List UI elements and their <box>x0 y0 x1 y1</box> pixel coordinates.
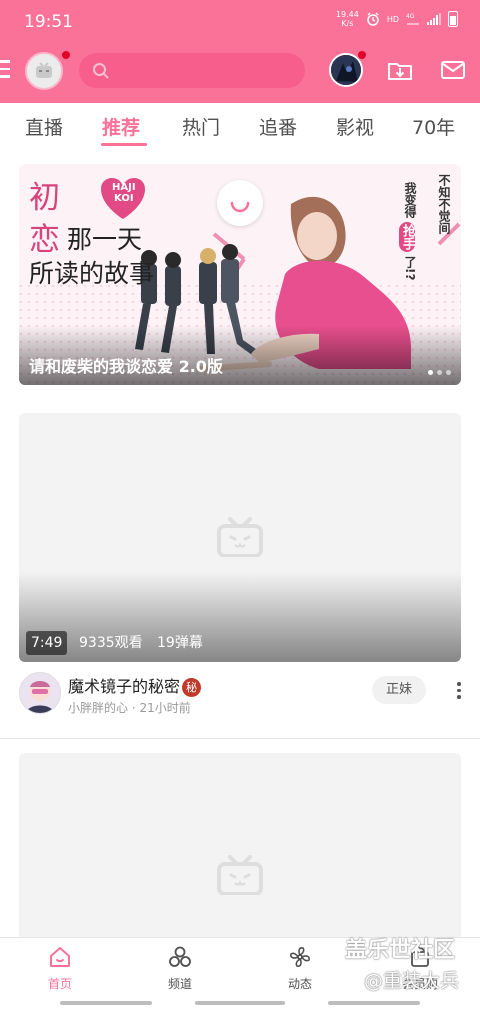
tab-70-years[interactable]: 70年 <box>412 113 455 140</box>
banner-vertical-text-1: 我变得 <box>403 182 417 218</box>
tv-placeholder-icon <box>217 855 263 895</box>
loading-spinner <box>217 180 263 226</box>
uploader-avatar[interactable] <box>19 672 61 714</box>
card-divider <box>0 738 480 739</box>
nav-home-label: 首页 <box>47 977 72 991</box>
net-speed: 19.44 K/s <box>336 10 359 28</box>
category-tabs: 直播 推荐 热门 追番 影视 70年 <box>0 103 480 152</box>
banner-carousel[interactable]: 初 恋 那一天 所读的故事 HAJI KOI 我变得 抢手 了!? 不知不觉间 … <box>19 164 461 385</box>
status-bar: 19:51 19.44 K/s HD 4G <box>0 0 480 42</box>
wifi-icon: 4G <box>406 13 419 25</box>
banner-title-char-1: 初 <box>29 180 60 216</box>
tv-mascot-icon <box>36 62 52 78</box>
banner-dot-active <box>428 370 433 375</box>
system-nav-recents[interactable] <box>60 1001 152 1005</box>
video-duration: 7:49 <box>26 631 68 655</box>
uploader-info[interactable]: 小胖胖的心 · 21小时前 <box>68 699 191 716</box>
uploader-avatar-image <box>20 673 60 713</box>
avatar-notification-dot <box>61 50 71 60</box>
nav-activity[interactable]: 动态 <box>252 938 348 996</box>
signal-icon <box>427 13 441 25</box>
top-bar: 19:51 19.44 K/s HD 4G <box>0 0 480 103</box>
tab-live[interactable]: 直播 <box>25 113 63 140</box>
search-bar[interactable] <box>79 53 305 88</box>
heart-text-1: HAJI <box>112 182 136 193</box>
download-icon <box>388 63 412 80</box>
menu-icon[interactable] <box>0 60 10 78</box>
banner-vertical-text-3: 不知不觉间 <box>437 174 451 234</box>
download-button[interactable] <box>386 56 414 84</box>
active-tab-indicator <box>101 143 147 146</box>
heart-text-2: KOI <box>114 193 134 204</box>
banner-vertical-text-2: 了!? <box>403 256 417 281</box>
mail-icon <box>441 61 465 79</box>
video-thumbnail[interactable]: 7:49 9335观看 19弹幕 <box>19 413 461 662</box>
banner-heart-logo: HAJI KOI <box>112 182 136 204</box>
tab-popular[interactable]: 热门 <box>182 113 220 140</box>
watermark-community: 盖乐世社区 <box>345 938 456 963</box>
watermark-author: @重装大兵 <box>364 970 460 992</box>
nav-channel[interactable]: 频道 <box>132 938 228 996</box>
tab-movies[interactable]: 影视 <box>336 113 374 140</box>
banner-vertical-highlight: 抢手 <box>399 222 415 252</box>
channel-icon <box>169 946 191 967</box>
video-card-meta: 魔术镜子的秘密秘 小胖胖的心 · 21小时前 正妹 <box>0 662 480 722</box>
video-thumbnail-loading[interactable] <box>19 753 461 937</box>
recommend-feed[interactable]: 初 恋 那一天 所读的故事 HAJI KOI 我变得 抢手 了!? 不知不觉间 … <box>0 151 480 937</box>
nav-home[interactable]: 首页 <box>12 938 108 996</box>
tab-bangumi[interactable]: 追番 <box>259 113 297 140</box>
banner-caption: 请和废柴的我谈恋爱 2.0版 <box>29 357 223 376</box>
net-speed-unit: K/s <box>341 19 354 28</box>
game-notification-dot <box>357 50 367 60</box>
system-nav-home[interactable] <box>195 1001 285 1005</box>
user-avatar[interactable] <box>25 52 63 90</box>
banner-title-line-3: 所读的故事 <box>29 259 155 288</box>
video-views: 9335观看 <box>79 635 143 651</box>
hd-label: HD <box>386 14 399 24</box>
tv-placeholder-icon <box>217 517 263 557</box>
video-title-text: 魔术镜子的秘密 <box>68 677 181 696</box>
alarm-icon <box>367 12 379 26</box>
net-speed-value: 19.44 <box>335 10 359 19</box>
app-header <box>0 42 480 103</box>
spinner-icon <box>230 201 250 213</box>
secret-badge: 秘 <box>182 678 202 697</box>
status-time: 19:51 <box>24 12 73 32</box>
video-title[interactable]: 魔术镜子的秘密秘 <box>68 673 202 697</box>
status-icons: 19.44 K/s HD 4G <box>336 10 458 28</box>
tab-recommend[interactable]: 推荐 <box>102 113 140 140</box>
banner-dot <box>446 370 451 375</box>
banner-title-line-2: 那一天 <box>67 225 143 254</box>
nav-activity-label: 动态 <box>287 977 312 991</box>
banner-dot <box>437 370 442 375</box>
activity-icon <box>290 947 310 967</box>
nav-channel-label: 频道 <box>167 977 192 991</box>
message-button[interactable] <box>439 56 467 84</box>
system-nav-back[interactable] <box>328 1001 420 1005</box>
video-tag-button[interactable]: 正妹 <box>372 676 426 704</box>
home-icon <box>50 947 70 967</box>
video-danmaku: 19弹幕 <box>157 635 203 651</box>
network-label: 4G <box>406 13 415 20</box>
banner-pagination <box>428 370 451 375</box>
search-icon <box>93 63 109 79</box>
banner-title-char-2: 恋 <box>29 222 60 258</box>
more-options-icon[interactable] <box>452 682 466 702</box>
battery-icon <box>448 11 458 27</box>
game-character-icon <box>331 55 361 85</box>
